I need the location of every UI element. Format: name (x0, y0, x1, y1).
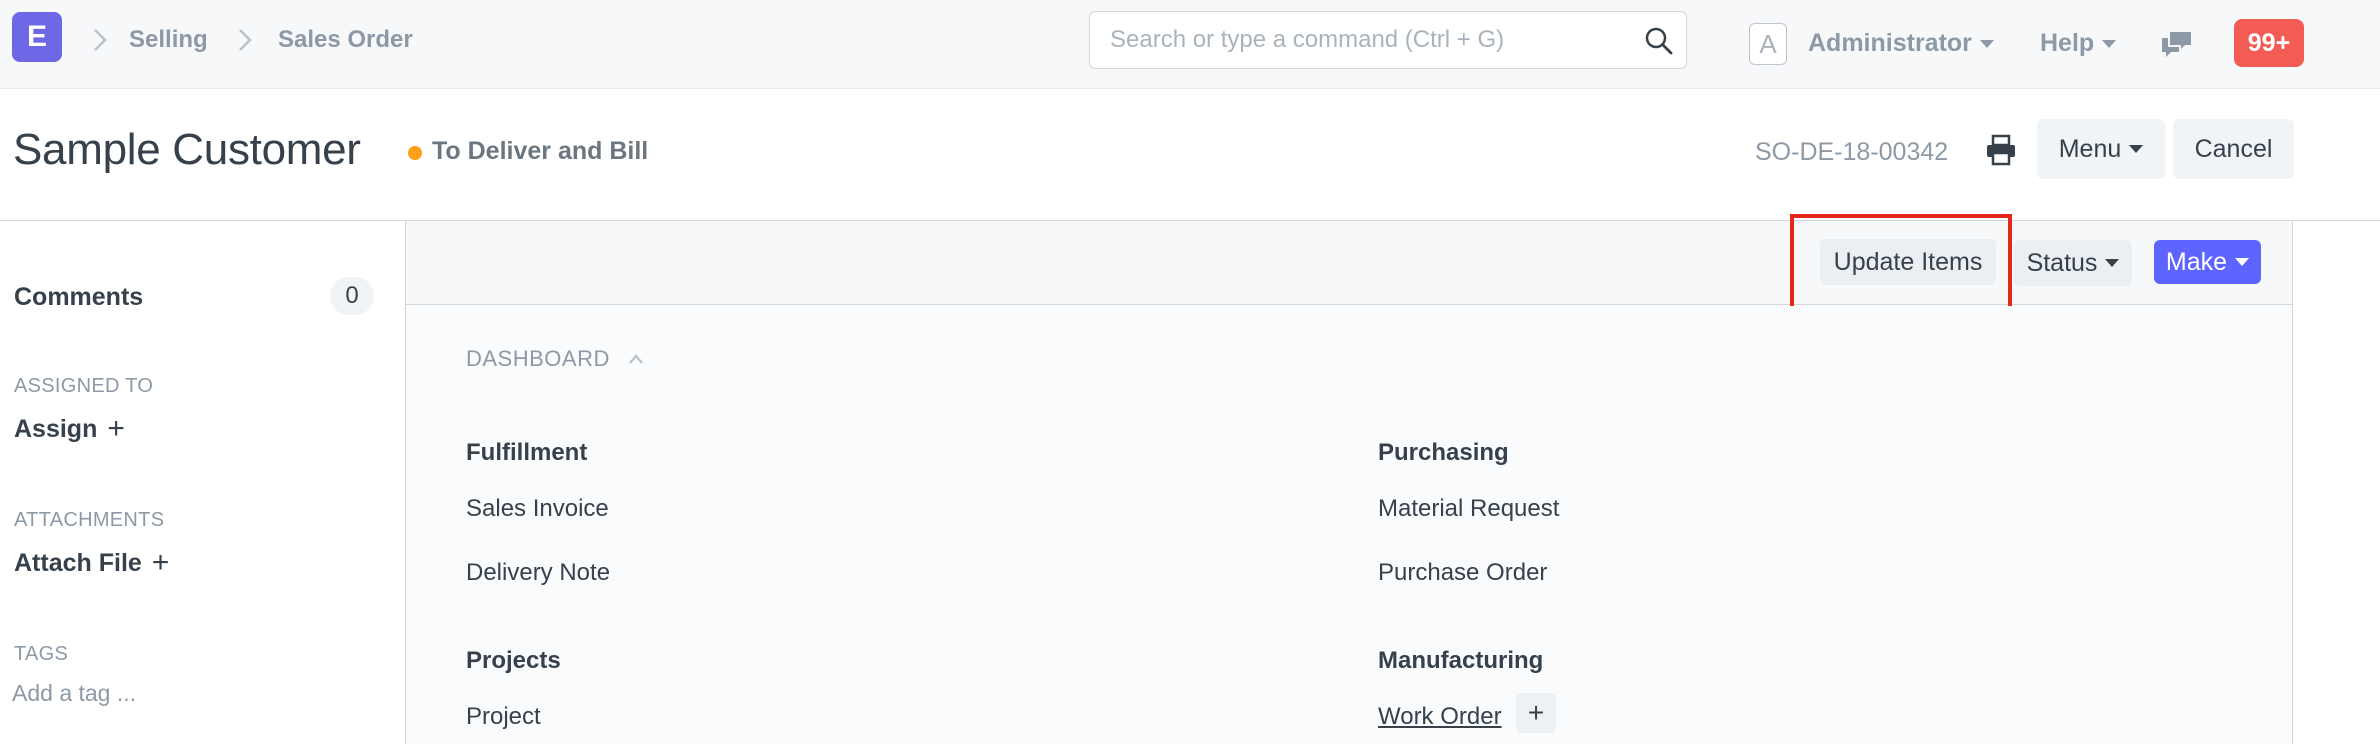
caret-down-icon (2102, 39, 2117, 48)
app-logo[interactable]: E (12, 12, 62, 62)
attach-file-label: Attach File (14, 548, 142, 577)
link-work-order[interactable]: Work Order (1378, 703, 1502, 731)
caret-down-icon (2235, 258, 2250, 266)
comments-label[interactable]: Comments (14, 283, 143, 312)
chevron-right-icon (94, 29, 107, 51)
assigned-to-caption: ASSIGNED TO (14, 375, 154, 397)
status-dropdown-label: Status (2026, 248, 2098, 277)
menu-button-label: Menu (2058, 134, 2122, 163)
group-title-projects: Projects (466, 647, 561, 674)
search-icon[interactable] (1644, 26, 1674, 56)
status-badge: To Deliver and Bill (432, 137, 649, 165)
caret-down-icon (2129, 145, 2144, 153)
plus-icon: + (107, 412, 125, 445)
group-title-manufacturing: Manufacturing (1378, 647, 1544, 674)
breadcrumb-selling[interactable]: Selling (129, 26, 208, 54)
dashboard-section: DASHBOARD Fulfillment Sales Invoice Deli… (406, 306, 2292, 744)
status-indicator-dot (408, 146, 422, 160)
help-label: Help (2040, 29, 2095, 57)
form-toolbar: Update Items Status Make (406, 214, 2292, 314)
group-title-purchasing: Purchasing (1378, 439, 1509, 466)
link-purchase-order[interactable]: Purchase Order (1378, 559, 1547, 587)
make-dropdown-label: Make (2165, 247, 2228, 276)
comments-count-badge: 0 (330, 277, 374, 315)
dashboard-heading: DASHBOARD (466, 346, 610, 371)
notifications-badge[interactable]: 99+ (2234, 19, 2304, 67)
top-navbar: E Selling Sales Order A Administrator He… (0, 0, 2380, 89)
caret-down-icon (1979, 39, 1994, 48)
assign-label: Assign (14, 414, 98, 443)
help-dropdown[interactable]: Help (2040, 29, 2117, 58)
link-material-request[interactable]: Material Request (1378, 495, 1559, 523)
link-sales-invoice[interactable]: Sales Invoice (466, 495, 609, 523)
menu-button[interactable]: Menu (2037, 119, 2165, 179)
chevron-up-icon (629, 354, 643, 364)
document-name: SO-DE-18-00342 (1755, 138, 1949, 166)
awesomebar (1089, 11, 1687, 69)
form-panel: Update Items Status Make DASHBOARD Fulfi… (405, 214, 2293, 744)
search-input[interactable] (1110, 12, 1630, 68)
link-project[interactable]: Project (466, 703, 541, 731)
group-title-fulfillment: Fulfillment (466, 439, 588, 466)
add-work-order-button[interactable]: + (1516, 693, 1556, 733)
make-dropdown[interactable]: Make (2154, 240, 2261, 284)
print-icon[interactable] (1984, 133, 2018, 167)
dashboard-toggle[interactable]: DASHBOARD (466, 346, 644, 372)
user-menu-label: Administrator (1808, 29, 1972, 57)
plus-icon: + (151, 546, 170, 579)
attachments-caption: ATTACHMENTS (14, 509, 165, 531)
highlight-box (1790, 214, 2012, 314)
tags-caption: TAGS (14, 643, 69, 665)
caret-down-icon (2105, 259, 2120, 267)
chat-icon[interactable] (2160, 30, 2194, 60)
attach-file-button[interactable]: Attach File + (14, 548, 169, 578)
user-menu-dropdown[interactable]: Administrator (1808, 29, 1994, 58)
form-sidebar: Comments 0 ASSIGNED TO Assign + ATTACHME… (0, 221, 405, 744)
avatar[interactable]: A (1749, 23, 1787, 65)
status-dropdown[interactable]: Status (2014, 240, 2132, 286)
assign-button[interactable]: Assign + (14, 414, 125, 444)
cancel-button[interactable]: Cancel (2173, 119, 2294, 179)
add-tag-input[interactable]: Add a tag ... (12, 680, 136, 707)
chevron-right-icon (239, 29, 252, 51)
breadcrumb-sales-order[interactable]: Sales Order (278, 26, 413, 54)
plus-icon: + (1527, 697, 1545, 728)
link-delivery-note[interactable]: Delivery Note (466, 559, 610, 587)
page-title: Sample Customer (13, 125, 361, 174)
page-head: Sample Customer To Deliver and Bill SO-D… (0, 89, 2380, 221)
